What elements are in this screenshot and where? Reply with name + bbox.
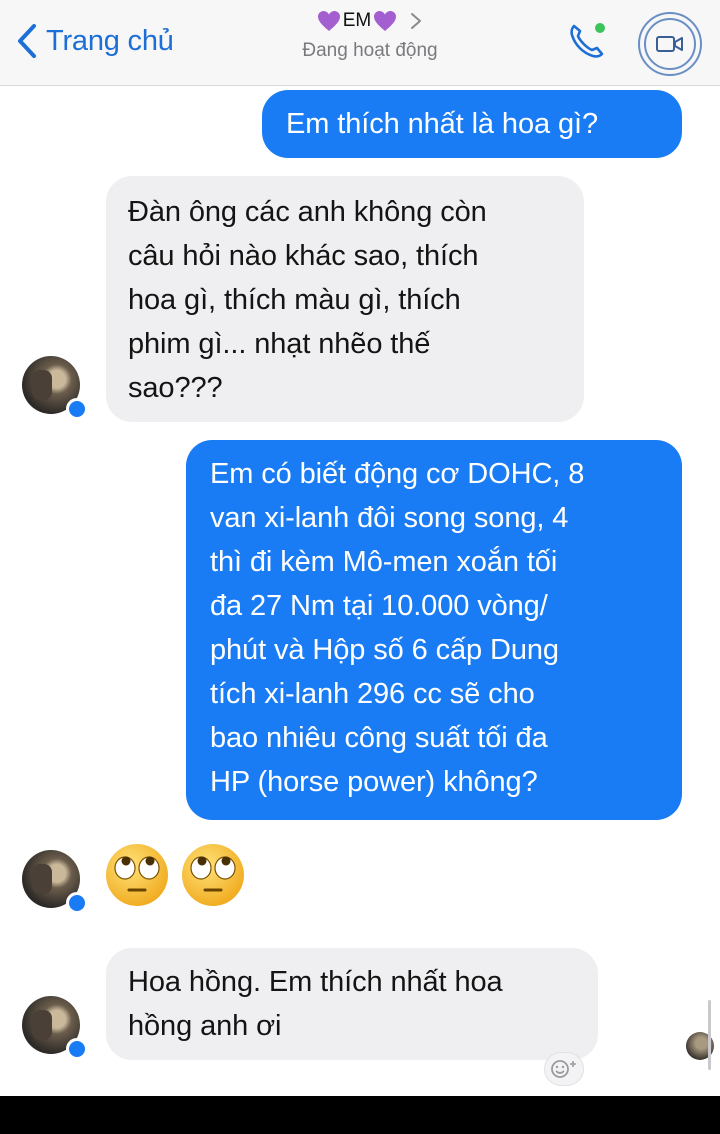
outgoing-message[interactable]: Em có biết động cơ DOHC, 8 van xi-lanh đ…: [186, 440, 682, 820]
add-reaction-button[interactable]: [544, 1052, 584, 1086]
back-label: Trang chủ: [46, 24, 174, 57]
emoji-message[interactable]: [104, 842, 246, 908]
messenger-badge-icon: [66, 398, 88, 420]
contact-avatar[interactable]: [22, 996, 88, 1060]
message-line: đa 27 Nm tại 10.000 vòng/: [210, 590, 548, 622]
chat-screen: Trang chủ EM Đang hoạt động Em thích nhấ…: [0, 0, 720, 1096]
message-line: van xi-lanh đôi song song, 4: [210, 502, 569, 534]
contact-avatar[interactable]: [22, 356, 88, 420]
bottom-black-bar: [0, 1096, 720, 1134]
back-button[interactable]: Trang chủ: [14, 22, 174, 60]
active-status: Đang hoạt động: [302, 40, 438, 61]
chevron-right-icon: [411, 13, 422, 29]
chat-header: Trang chủ EM Đang hoạt động: [0, 0, 720, 86]
chevron-left-icon: [18, 24, 36, 58]
video-call-button[interactable]: [638, 12, 702, 76]
incoming-message[interactable]: Hoa hồng. Em thích nhất hoa hồng anh ơi: [106, 948, 598, 1060]
message-line: hoa gì, thích màu gì, thích: [128, 284, 461, 316]
messenger-badge-icon: [66, 892, 88, 914]
message-line: Em thích nhất là hoa gì?: [286, 108, 598, 140]
message-line: bao nhiêu công suất tối đa: [210, 722, 548, 754]
message-line: HP (horse power) không?: [210, 766, 538, 798]
message-line: tích xi-lanh 296 cc sẽ cho: [210, 678, 535, 710]
phone-icon: [570, 23, 605, 58]
video-camera-icon: [656, 36, 683, 52]
face-with-rolling-eyes-icon: [182, 844, 244, 906]
outgoing-message[interactable]: Em thích nhất là hoa gì?: [262, 90, 682, 158]
purple-heart-icon: [317, 11, 340, 31]
message-line: Đàn ông các anh không còn: [128, 196, 487, 228]
smiley-plus-icon: [551, 1060, 576, 1078]
message-line: câu hỏi nào khác sao, thích: [128, 240, 479, 272]
scrollbar[interactable]: [708, 1000, 711, 1070]
message-line: phút và Hộp số 6 cấp Dung: [210, 634, 559, 666]
messenger-badge-icon: [66, 1038, 88, 1060]
message-line: thì đi kèm Mô-men xoắn tối: [210, 546, 558, 578]
face-with-rolling-eyes-icon: [106, 844, 168, 906]
message-line: hồng anh ơi: [128, 1010, 282, 1042]
voice-call-button[interactable]: [564, 18, 610, 64]
contact-avatar[interactable]: [22, 850, 88, 914]
message-line: Hoa hồng. Em thích nhất hoa: [128, 966, 503, 998]
contact-info-button[interactable]: EM Đang hoạt động: [270, 6, 470, 62]
message-line: phim gì... nhạt nhẽo thế: [128, 328, 431, 360]
message-line: sao???: [128, 372, 223, 404]
purple-heart-icon: [374, 11, 397, 31]
message-line: Em có biết động cơ DOHC, 8: [210, 458, 585, 490]
contact-name: EM: [342, 10, 372, 31]
incoming-message[interactable]: Đàn ông các anh không còn câu hỏi nào kh…: [106, 176, 584, 422]
